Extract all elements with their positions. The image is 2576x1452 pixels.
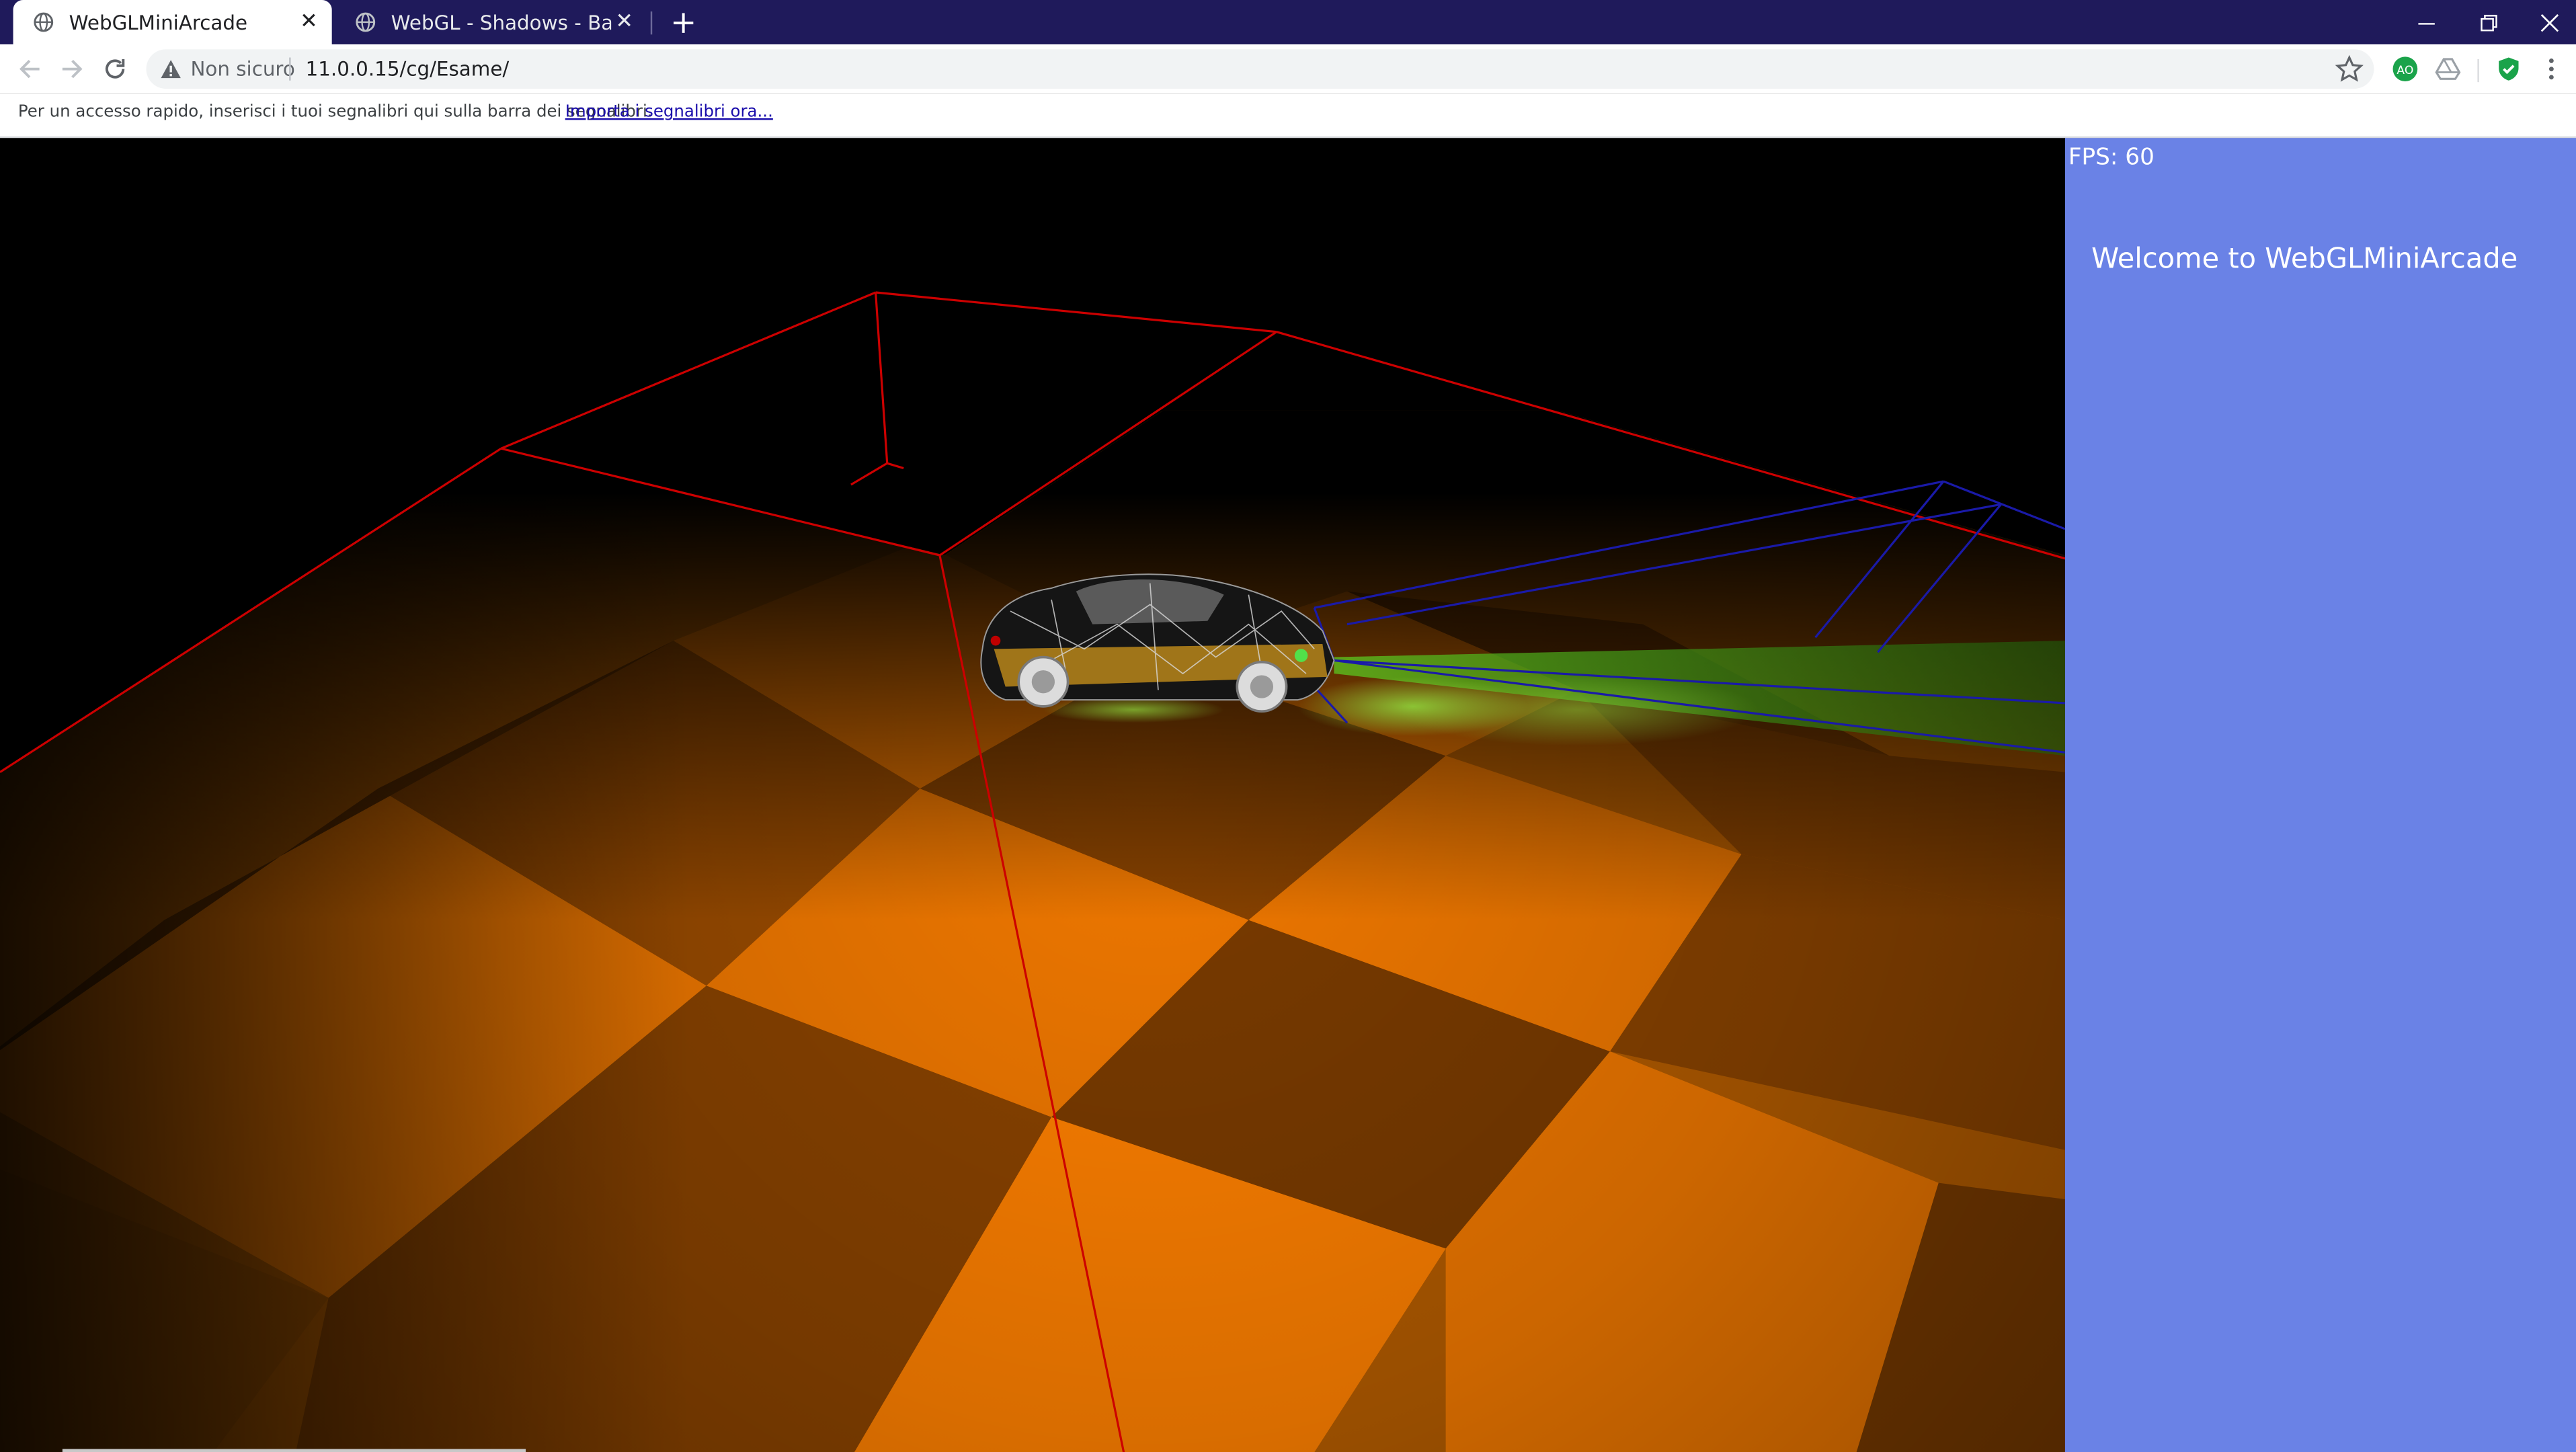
forward-button[interactable] bbox=[54, 51, 91, 87]
new-tab-button[interactable] bbox=[667, 7, 700, 40]
globe-icon bbox=[30, 9, 56, 35]
welcome-heading: Welcome to WebGLMiniArcade bbox=[2091, 243, 2518, 276]
bookmarks-message: Per un accesso rapido, inserisci i tuoi … bbox=[17, 103, 653, 122]
drive-extension-button[interactable] bbox=[2433, 54, 2462, 84]
plus-icon bbox=[673, 13, 694, 33]
side-panel: FPS: 60 Welcome to WebGLMiniArcade bbox=[2064, 138, 2576, 1452]
checkered-floor bbox=[0, 410, 2065, 1452]
security-label[interactable]: Non sicuro bbox=[190, 58, 294, 81]
tab-webglminiarcade[interactable]: WebGLMiniArcade ✕ bbox=[13, 0, 332, 44]
arrow-left-icon bbox=[19, 60, 40, 79]
star-icon[interactable] bbox=[2335, 54, 2364, 84]
tab-webgl-shadows[interactable]: WebGL - Shadows - Basic w/spot ✕ bbox=[335, 0, 647, 44]
tab-title: WebGLMiniArcade bbox=[69, 10, 248, 34]
import-bookmarks-link[interactable]: Importa i segnalibri ora... bbox=[565, 104, 773, 122]
back-button[interactable] bbox=[11, 51, 48, 87]
tab-strip: WebGLMiniArcade ✕ WebGL - Shadows - Basi… bbox=[0, 0, 2576, 44]
warning-icon[interactable] bbox=[159, 58, 182, 81]
kebab-menu-icon bbox=[2548, 58, 2554, 80]
url-text[interactable]: 11.0.0.15/cg/Esame/ bbox=[306, 58, 510, 81]
browser-window: WebGLMiniArcade ✕ WebGL - Shadows - Basi… bbox=[0, 0, 2576, 1452]
shield-extension-button[interactable] bbox=[2494, 54, 2524, 84]
adblock-extension-button[interactable]: AO bbox=[2390, 54, 2420, 84]
close-window-button[interactable] bbox=[2518, 0, 2576, 44]
close-icon bbox=[2540, 13, 2559, 32]
webgl-canvas[interactable] bbox=[0, 138, 2065, 1452]
drive-icon bbox=[2435, 58, 2461, 80]
address-divider bbox=[289, 57, 291, 81]
restore-icon bbox=[2481, 13, 2497, 31]
reload-icon bbox=[105, 58, 125, 79]
globe-icon bbox=[352, 9, 378, 35]
shield-icon bbox=[2499, 57, 2519, 81]
minimize-button[interactable] bbox=[2395, 0, 2458, 44]
horizontal-scrollbar[interactable] bbox=[62, 1449, 526, 1452]
fps-counter: FPS: 60 bbox=[2068, 145, 2155, 171]
minimize-icon bbox=[2418, 22, 2435, 24]
close-icon[interactable]: ✕ bbox=[296, 9, 322, 35]
toolbar-divider bbox=[2477, 58, 2479, 83]
scene-render bbox=[0, 291, 2065, 1452]
tab-title: WebGL - Shadows - Basic w/spot bbox=[391, 10, 612, 34]
menu-button[interactable] bbox=[2536, 54, 2566, 84]
bookmarks-bar: Per un accesso rapido, inserisci i tuoi … bbox=[0, 93, 2576, 138]
browser-toolbar: Non sicuro 11.0.0.15/cg/Esame/ AO bbox=[0, 44, 2576, 94]
reload-button[interactable] bbox=[97, 51, 133, 87]
adblock-icon: AO bbox=[2392, 56, 2418, 81]
address-bar[interactable]: Non sicuro 11.0.0.15/cg/Esame/ bbox=[146, 49, 2374, 89]
restore-button[interactable] bbox=[2458, 0, 2520, 44]
tab-separator bbox=[650, 11, 653, 35]
close-icon[interactable]: ✕ bbox=[611, 9, 637, 35]
svg-text:AO: AO bbox=[2397, 64, 2413, 77]
arrow-right-icon bbox=[62, 60, 83, 79]
